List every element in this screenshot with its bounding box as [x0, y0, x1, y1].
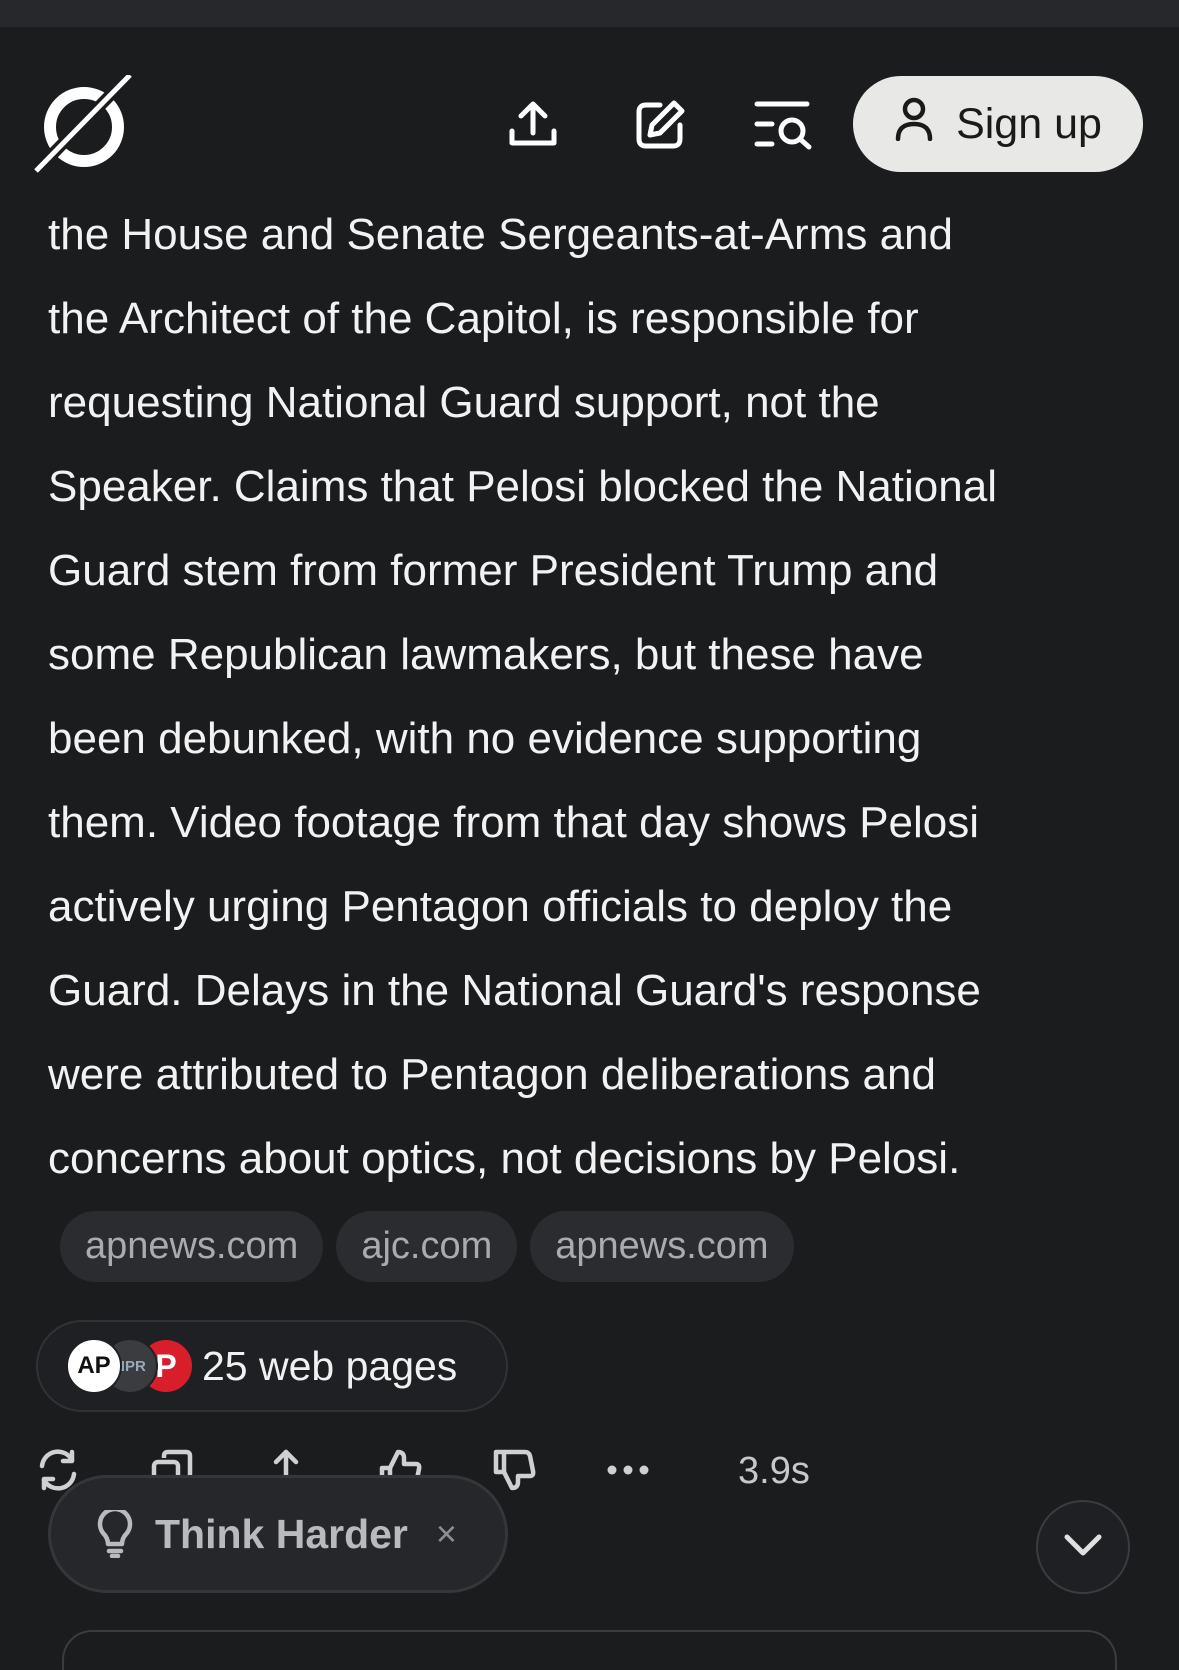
- source-favicons: AP NPR P: [66, 1338, 196, 1394]
- source-chip[interactable]: apnews.com: [60, 1211, 324, 1282]
- answer-line: requesting National Guard support, not t…: [48, 378, 880, 427]
- app-header: Sign up: [0, 27, 1179, 187]
- source-chips: apnews.com ajc.com apnews.com: [60, 1211, 794, 1282]
- sign-up-button[interactable]: Sign up: [853, 76, 1143, 172]
- think-harder-button[interactable]: Think Harder ×: [48, 1475, 508, 1593]
- answer-line: concerns about optics, not decisions by …: [48, 1134, 961, 1183]
- answer-line: actively urging Pentagon officials to de…: [48, 882, 953, 931]
- answer-line: been debunked, with no evidence supporti…: [48, 714, 922, 763]
- thumbs-down-icon[interactable]: [484, 1440, 544, 1500]
- answer-text: the House and Senate Sergeants-at-Arms a…: [48, 193, 1158, 1201]
- answer-line: some Republican lawmakers, but these hav…: [48, 630, 924, 679]
- lightbulb-icon: [95, 1510, 135, 1558]
- user-icon: [894, 97, 934, 152]
- answer-line: Guard stem from former President Trump a…: [48, 546, 939, 595]
- sign-up-label: Sign up: [956, 99, 1102, 148]
- search-history-icon[interactable]: [754, 95, 814, 155]
- answer-line: Guard. Delays in the National Guard's re…: [48, 966, 981, 1015]
- web-pages-button[interactable]: AP NPR P 25 web pages: [36, 1320, 508, 1412]
- edit-compose-icon[interactable]: [630, 95, 690, 155]
- top-strip: [0, 0, 1179, 27]
- ap-favicon-icon: AP: [66, 1338, 122, 1394]
- answer-line: the House and Senate Sergeants-at-Arms a…: [48, 210, 953, 259]
- share-upload-icon[interactable]: [503, 95, 563, 155]
- answer-line: Speaker. Claims that Pelosi blocked the …: [48, 462, 997, 511]
- close-icon[interactable]: ×: [436, 1513, 457, 1555]
- answer-line: the Architect of the Capitol, is respons…: [48, 294, 919, 343]
- more-icon[interactable]: [598, 1440, 658, 1500]
- grok-logo-icon[interactable]: [29, 72, 142, 178]
- composer-input-edge[interactable]: [62, 1630, 1117, 1670]
- answer-line: them. Video footage from that day shows …: [48, 798, 980, 847]
- answer-line: were attributed to Pentagon deliberation…: [48, 1050, 936, 1099]
- response-time: 3.9s: [738, 1450, 810, 1492]
- source-chip[interactable]: ajc.com: [336, 1211, 518, 1282]
- source-chip[interactable]: apnews.com: [530, 1211, 794, 1282]
- think-harder-label: Think Harder: [155, 1510, 408, 1557]
- chevron-down-icon: [1063, 1533, 1103, 1562]
- scroll-down-button[interactable]: [1036, 1500, 1130, 1594]
- web-pages-label: 25 web pages: [202, 1342, 458, 1389]
